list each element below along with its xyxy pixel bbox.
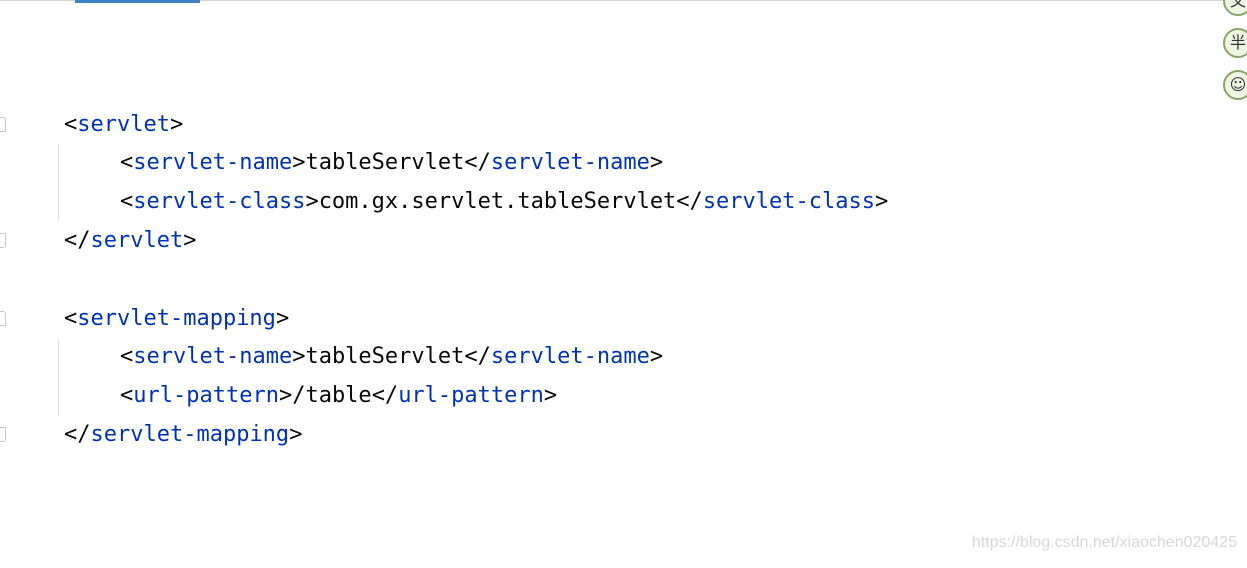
tag-bracket: < — [64, 306, 78, 331]
xml-tag: servlet-name — [133, 150, 293, 175]
active-tab-indicator — [75, 0, 200, 3]
xml-tag: servlet-name — [490, 344, 650, 369]
xml-tag: servlet-mapping — [90, 422, 290, 447]
xml-tag: servlet — [77, 112, 170, 137]
code-line[interactable]: </servlet-mapping> — [0, 416, 1200, 454]
xml-tag: servlet-name — [490, 150, 650, 175]
tag-bracket: > — [875, 189, 889, 214]
emoji-icon[interactable]: ☺ — [1223, 70, 1247, 100]
tag-value: tableServlet — [305, 344, 465, 369]
xml-tag: servlet — [90, 228, 184, 253]
tag-bracket: > — [305, 189, 319, 214]
fold-start-icon[interactable] — [0, 117, 6, 132]
xml-tag: servlet-name — [133, 344, 293, 369]
code-line[interactable]: <url-pattern>/table</url-pattern> — [0, 377, 1200, 415]
code-line[interactable]: </servlet> — [0, 222, 1200, 260]
code-line[interactable]: <servlet-class>com.gx.servlet.tableServl… — [0, 183, 1200, 221]
tag-bracket: > — [292, 150, 306, 175]
tag-bracket: < — [120, 189, 134, 214]
xml-tag: servlet-class — [133, 189, 306, 214]
tag-value: /table — [292, 383, 372, 408]
xml-tag: url-pattern — [398, 383, 544, 408]
xml-tag: url-pattern — [133, 383, 279, 408]
tag-bracket: > — [543, 383, 558, 408]
tag-value: com.gx.servlet.tableServlet — [318, 189, 677, 214]
translate-icon[interactable]: 文 — [1223, 0, 1247, 16]
ime-toolbar: 文 半 ☺ — [1221, 0, 1247, 110]
tag-bracket: > — [289, 422, 303, 447]
tag-bracket: < — [120, 344, 134, 369]
tag-bracket: > — [649, 150, 664, 175]
tag-bracket: < — [120, 383, 134, 408]
fold-end-icon[interactable] — [0, 233, 6, 248]
tag-bracket: > — [649, 344, 664, 369]
code-line[interactable]: <servlet-name>tableServlet</servlet-name… — [0, 338, 1200, 376]
tag-bracket: </ — [676, 189, 703, 214]
fold-start-icon[interactable] — [0, 311, 6, 326]
xml-tag: servlet-class — [702, 189, 875, 214]
xml-tag: servlet-mapping — [77, 306, 276, 331]
half-width-icon[interactable]: 半 — [1223, 28, 1247, 58]
tag-bracket: > — [278, 383, 293, 408]
code-line[interactable]: <servlet-name>tableServlet</servlet-name… — [0, 144, 1200, 182]
code-line[interactable]: <servlet> — [0, 106, 1200, 144]
tag-bracket: </ — [64, 422, 91, 447]
tag-value: tableServlet — [305, 150, 465, 175]
watermark: https://blog.csdn.net/xiaochen020425 — [971, 534, 1237, 551]
tag-bracket: < — [64, 112, 78, 137]
tag-bracket: > — [275, 306, 290, 331]
fold-end-icon[interactable] — [0, 427, 6, 442]
tag-bracket: < — [120, 150, 134, 175]
tag-bracket: </ — [464, 150, 491, 175]
tag-bracket: > — [183, 228, 197, 253]
code-line[interactable]: <servlet-mapping> — [0, 300, 1200, 338]
tag-bracket: > — [169, 112, 184, 137]
tag-bracket: </ — [64, 228, 91, 253]
tag-bracket: </ — [371, 383, 399, 408]
tag-bracket: > — [292, 344, 306, 369]
tag-bracket: </ — [464, 344, 491, 369]
